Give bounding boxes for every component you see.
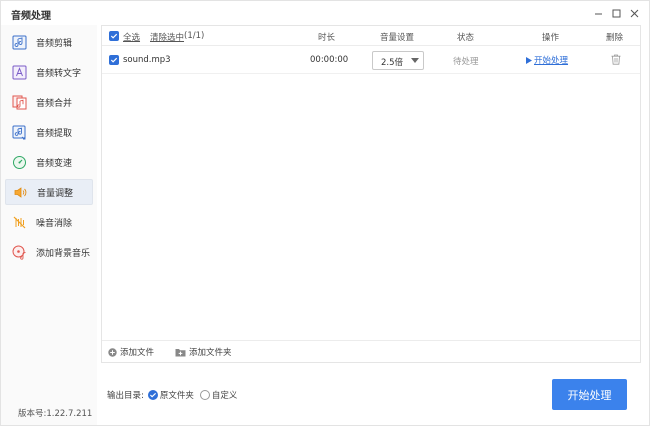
column-header-volume: 音量设置 <box>380 33 415 43</box>
check-icon <box>110 33 118 39</box>
output-option-custom[interactable]: 自定义 <box>199 389 238 401</box>
volume-icon <box>12 184 28 200</box>
volume-select-value: 2.5倍 <box>381 58 404 68</box>
app-window: 音频处理 音频剪辑 音频转文字 音频合并 音频提取 音频变速 音量调整 噪音消除… <box>0 0 650 426</box>
add-file-label: 添加文件 <box>120 348 155 358</box>
sidebar-item-label: 噪音消除 <box>36 218 73 229</box>
sidebar-item-audio-speed[interactable]: 音频变速 <box>5 149 93 175</box>
file-status: 待处理 <box>453 57 479 67</box>
sidebar-item-background-music[interactable]: 添加背景音乐 <box>5 239 93 265</box>
sidebar-item-label: 音频转文字 <box>36 68 82 79</box>
sidebar-item-label: 音量调整 <box>37 188 74 199</box>
file-duration: 00:00:00 <box>310 55 349 65</box>
volume-select[interactable]: 2.5倍 <box>372 51 424 70</box>
audio-merge-icon <box>11 94 27 110</box>
sidebar-item-volume[interactable]: 音量调整 <box>5 179 93 205</box>
maximize-icon <box>612 9 620 17</box>
sidebar-item-label: 音频变速 <box>36 158 73 169</box>
select-all-link[interactable]: 全选 <box>123 31 140 43</box>
file-name: sound.mp3 <box>123 55 171 65</box>
app-title: 音频处理 <box>11 11 51 22</box>
maximize-button[interactable] <box>607 4 625 22</box>
audio-extract-icon <box>11 124 27 140</box>
table-header: 全选 清除选中 (1/1) 时长 音量设置 状态 操作 删除 <box>102 26 640 46</box>
sidebar-item-audio-merge[interactable]: 音频合并 <box>5 89 93 115</box>
row-checkbox[interactable] <box>109 55 119 65</box>
audio-speed-icon <box>11 154 27 170</box>
close-button[interactable] <box>625 4 643 22</box>
chevron-down-icon <box>411 58 419 63</box>
file-list-panel: 全选 清除选中 (1/1) 时长 音量设置 状态 操作 删除 sound.mp3… <box>101 25 641 363</box>
column-header-action: 操作 <box>542 33 560 43</box>
version-label: 版本号:1.22.7.211 <box>18 409 93 419</box>
sidebar: 音频剪辑 音频转文字 音频合并 音频提取 音频变速 音量调整 噪音消除 添加背景… <box>1 25 97 425</box>
window-controls <box>589 4 643 22</box>
column-header-status: 状态 <box>457 33 475 43</box>
noise-removal-icon <box>11 214 27 230</box>
close-icon <box>630 9 638 17</box>
play-icon <box>526 56 532 64</box>
sidebar-item-noise-removal[interactable]: 噪音消除 <box>5 209 93 235</box>
clear-selection-link[interactable]: 清除选中 <box>150 31 184 43</box>
sidebar-item-audio-to-text[interactable]: 音频转文字 <box>5 59 93 85</box>
background-music-icon <box>11 244 27 260</box>
sidebar-item-label: 音频剪辑 <box>36 38 73 49</box>
sidebar-item-label: 音频提取 <box>36 128 73 139</box>
check-icon <box>110 57 118 63</box>
add-folder-icon <box>175 348 186 357</box>
add-folder-label: 添加文件夹 <box>189 348 232 358</box>
selection-count: (1/1) <box>184 31 205 41</box>
add-file-button[interactable]: 添加文件 <box>108 346 154 358</box>
sidebar-item-audio-cut[interactable]: 音频剪辑 <box>5 29 93 55</box>
audio-cut-icon <box>11 34 27 50</box>
radio-unselected-icon <box>199 390 210 400</box>
trash-icon[interactable] <box>611 54 621 65</box>
radio-selected-icon <box>147 390 158 400</box>
output-directory: 输出目录: 原文件夹 自定义 <box>107 389 237 401</box>
minimize-icon <box>594 13 602 14</box>
output-directory-label: 输出目录: <box>107 391 144 401</box>
output-option-label: 原文件夹 <box>159 391 194 401</box>
sidebar-item-audio-extract[interactable]: 音频提取 <box>5 119 93 145</box>
minimize-button[interactable] <box>589 4 607 22</box>
output-option-source-folder[interactable]: 原文件夹 <box>147 389 194 401</box>
select-all-checkbox[interactable] <box>109 31 119 41</box>
start-process-link[interactable]: 开始处理 <box>526 54 568 66</box>
start-process-label: 开始处理 <box>534 56 569 66</box>
output-option-label: 自定义 <box>211 391 238 401</box>
file-list-footer: 添加文件 添加文件夹 <box>102 340 640 362</box>
table-row: sound.mp3 00:00:00 2.5倍 待处理 开始处理 <box>102 46 640 74</box>
column-header-delete: 删除 <box>606 33 624 43</box>
sidebar-item-label: 添加背景音乐 <box>36 248 91 259</box>
start-processing-button[interactable]: 开始处理 <box>552 379 627 410</box>
add-folder-button[interactable]: 添加文件夹 <box>175 346 232 358</box>
add-circle-icon <box>108 347 117 357</box>
audio-to-text-icon <box>11 64 27 80</box>
title-bar: 音频处理 <box>1 1 649 25</box>
column-header-duration: 时长 <box>318 33 336 43</box>
sidebar-item-label: 音频合并 <box>36 98 73 109</box>
